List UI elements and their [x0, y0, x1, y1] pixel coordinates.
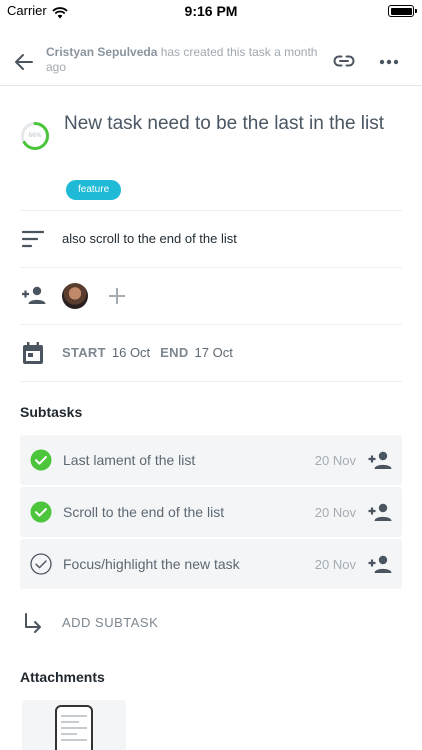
start-date[interactable]: 16 Oct — [112, 345, 150, 360]
description-icon — [21, 229, 45, 253]
assign-person-icon[interactable] — [368, 501, 392, 523]
calendar-icon[interactable] — [22, 341, 44, 369]
start-label: START — [62, 345, 106, 360]
divider — [20, 210, 402, 211]
author-name[interactable]: Cristyan Sepulveda — [46, 45, 157, 59]
end-label: END — [160, 345, 189, 360]
add-person-icon[interactable] — [21, 285, 47, 309]
divider — [20, 381, 402, 382]
task-title[interactable]: New task need to be the last in the list — [64, 111, 394, 137]
subtask-item[interactable]: Last lament of the list 20 Nov — [20, 435, 402, 485]
subtask-label[interactable]: Focus/highlight the new task — [63, 556, 240, 572]
subtask-label[interactable]: Scroll to the end of the list — [63, 504, 224, 520]
subdirectory-arrow-icon[interactable] — [22, 612, 44, 638]
clock: 9:16 PM — [184, 3, 238, 19]
status-bar: Carrier 9:16 PM — [0, 0, 422, 24]
plus-icon[interactable] — [106, 285, 128, 307]
assign-person-icon[interactable] — [368, 449, 392, 471]
link-icon[interactable] — [332, 49, 356, 73]
subtask-label[interactable]: Last lament of the list — [63, 452, 195, 468]
divider — [20, 324, 402, 325]
back-arrow-icon[interactable] — [12, 50, 36, 74]
subtask-date[interactable]: 20 Nov — [315, 505, 356, 520]
task-header: Cristyan Sepulveda has created this task… — [0, 38, 422, 86]
attachment-thumbnail[interactable] — [22, 700, 126, 750]
more-options-icon[interactable] — [378, 51, 400, 73]
attachments-heading: Attachments — [20, 669, 105, 685]
progress-label: 66% — [28, 132, 42, 139]
assign-person-icon[interactable] — [368, 553, 392, 575]
subtasks-heading: Subtasks — [20, 404, 83, 420]
check-pending-icon[interactable] — [30, 553, 52, 575]
subtask-item[interactable]: Focus/highlight the new task 20 Nov — [20, 539, 402, 589]
battery-icon — [388, 5, 417, 17]
date-range[interactable]: START 16 Oct END 17 Oct — [62, 345, 243, 360]
subtask-date[interactable]: 20 Nov — [315, 453, 356, 468]
divider — [20, 267, 402, 268]
tag-badge[interactable]: feature — [66, 180, 122, 200]
add-subtask-button[interactable]: ADD SUBTASK — [62, 615, 158, 630]
task-activity: Cristyan Sepulveda has created this task… — [46, 45, 321, 75]
subtask-item[interactable]: Scroll to the end of the list 20 Nov — [20, 487, 402, 537]
check-done-icon[interactable] — [30, 449, 52, 471]
task-description[interactable]: also scroll to the end of the list — [62, 231, 237, 246]
check-done-icon[interactable] — [30, 501, 52, 523]
screenshot-image — [55, 705, 93, 750]
subtask-date[interactable]: 20 Nov — [315, 557, 356, 572]
assignee-avatar[interactable] — [62, 283, 88, 309]
end-date[interactable]: 17 Oct — [195, 345, 233, 360]
